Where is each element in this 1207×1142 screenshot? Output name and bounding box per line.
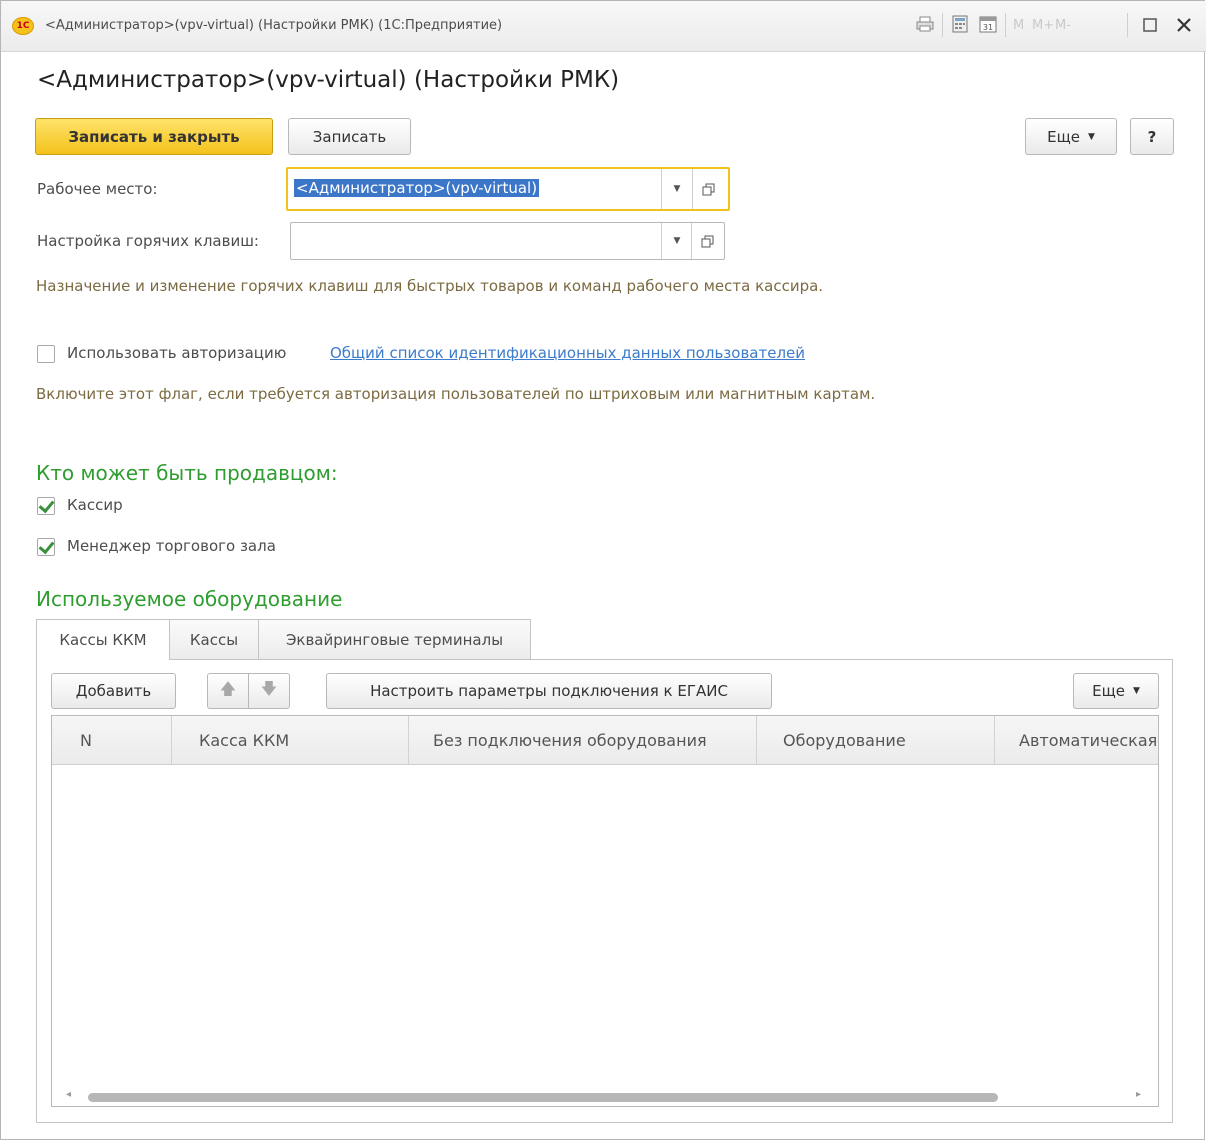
workplace-label: Рабочее место: bbox=[37, 180, 158, 198]
move-up-button[interactable]: 🡅 bbox=[207, 673, 249, 709]
table-header: N Касса ККМ Без подключения оборудования… bbox=[52, 716, 1158, 765]
use-authorization-checkbox[interactable] bbox=[37, 345, 55, 363]
cashier-checkbox[interactable] bbox=[37, 497, 55, 515]
tab-kkm-registers[interactable]: Кассы ККМ bbox=[36, 619, 170, 660]
cashier-label[interactable]: Кассир bbox=[67, 496, 123, 514]
title-bar: 1С <Администратор>(vpv-virtual) (Настрой… bbox=[1, 1, 1206, 52]
print-icon[interactable] bbox=[916, 15, 934, 35]
more-button[interactable]: Еще ▼ bbox=[1025, 118, 1117, 155]
hotkeys-label: Настройка горячих клавиш: bbox=[37, 232, 259, 250]
hall-manager-label[interactable]: Менеджер торгового зала bbox=[67, 537, 276, 555]
move-down-button[interactable]: 🡇 bbox=[248, 673, 290, 709]
calendar-icon[interactable]: 31 bbox=[979, 15, 997, 35]
tab-registers[interactable]: Кассы bbox=[169, 619, 259, 659]
workplace-value[interactable]: <Администратор>(vpv-virtual) bbox=[294, 179, 540, 197]
hotkeys-hint: Назначение и изменение горячих клавиш дл… bbox=[36, 277, 824, 295]
scroll-left-icon[interactable]: ◂ bbox=[66, 1089, 71, 1100]
svg-text:31: 31 bbox=[983, 23, 993, 32]
open-icon[interactable] bbox=[692, 169, 723, 209]
toolbar-divider bbox=[942, 13, 943, 37]
egais-settings-button[interactable]: Настроить параметры подключения к ЕГАИС bbox=[326, 673, 772, 709]
panel-more-label: Еще bbox=[1092, 682, 1125, 700]
memory-add-button[interactable]: M+ bbox=[1032, 18, 1054, 33]
chevron-down-icon[interactable]: ▼ bbox=[661, 223, 692, 259]
open-icon[interactable] bbox=[691, 223, 722, 259]
user-identification-link[interactable]: Общий список идентификационных данных по… bbox=[330, 344, 805, 362]
scroll-right-icon[interactable]: ▸ bbox=[1136, 1089, 1141, 1100]
toolbar-divider bbox=[1005, 13, 1006, 37]
memory-button[interactable]: M bbox=[1013, 18, 1024, 33]
workplace-field[interactable]: <Администратор>(vpv-virtual) ▼ bbox=[286, 167, 730, 211]
column-header-n[interactable]: N bbox=[52, 716, 172, 764]
column-header-equipment[interactable]: Оборудование bbox=[757, 716, 995, 764]
equipment-section-title: Используемое оборудование bbox=[36, 587, 343, 611]
toolbar-divider bbox=[1127, 13, 1128, 37]
help-button[interactable]: ? bbox=[1130, 118, 1174, 155]
maximize-icon[interactable] bbox=[1143, 18, 1157, 38]
use-authorization-label[interactable]: Использовать авторизацию bbox=[67, 344, 286, 362]
app-logo-icon: 1С bbox=[12, 17, 34, 35]
equipment-table[interactable]: N Касса ККМ Без подключения оборудования… bbox=[51, 715, 1159, 1107]
arrow-down-icon: 🡇 bbox=[260, 678, 278, 698]
main-window: 1С <Администратор>(vpv-virtual) (Настрой… bbox=[0, 0, 1206, 1140]
save-and-close-button[interactable]: Записать и закрыть bbox=[35, 118, 273, 155]
arrow-up-icon: 🡅 bbox=[219, 678, 237, 698]
calculator-icon[interactable] bbox=[951, 15, 969, 35]
chevron-down-icon[interactable]: ▼ bbox=[661, 169, 692, 209]
chevron-down-icon: ▼ bbox=[1087, 131, 1095, 142]
column-header-automatic[interactable]: Автоматическая bbox=[995, 716, 1158, 764]
memory-subtract-button[interactable]: M- bbox=[1055, 18, 1071, 33]
authorization-hint: Включите этот флаг, если требуется автор… bbox=[36, 385, 876, 403]
column-header-kkm[interactable]: Касса ККМ bbox=[172, 716, 409, 764]
panel-more-button[interactable]: Еще ▼ bbox=[1073, 673, 1159, 709]
add-button[interactable]: Добавить bbox=[51, 673, 176, 709]
window-title: <Администратор>(vpv-virtual) (Настройки … bbox=[45, 18, 503, 33]
horizontal-scrollbar[interactable]: ◂ ▸ bbox=[52, 1086, 1158, 1106]
sellers-section-title: Кто может быть продавцом: bbox=[36, 461, 338, 485]
chevron-down-icon: ▼ bbox=[1132, 686, 1140, 696]
hotkeys-field[interactable]: ▼ bbox=[290, 222, 725, 260]
scrollbar-thumb[interactable] bbox=[88, 1093, 998, 1102]
page-title: <Администратор>(vpv-virtual) (Настройки … bbox=[37, 67, 620, 93]
save-button[interactable]: Записать bbox=[288, 118, 411, 155]
hall-manager-checkbox[interactable] bbox=[37, 538, 55, 556]
more-button-label: Еще bbox=[1047, 127, 1080, 146]
tab-acquiring-terminals[interactable]: Эквайринговые терминалы bbox=[258, 619, 531, 659]
close-icon[interactable] bbox=[1176, 17, 1192, 37]
column-header-no-equipment[interactable]: Без подключения оборудования bbox=[409, 716, 757, 764]
